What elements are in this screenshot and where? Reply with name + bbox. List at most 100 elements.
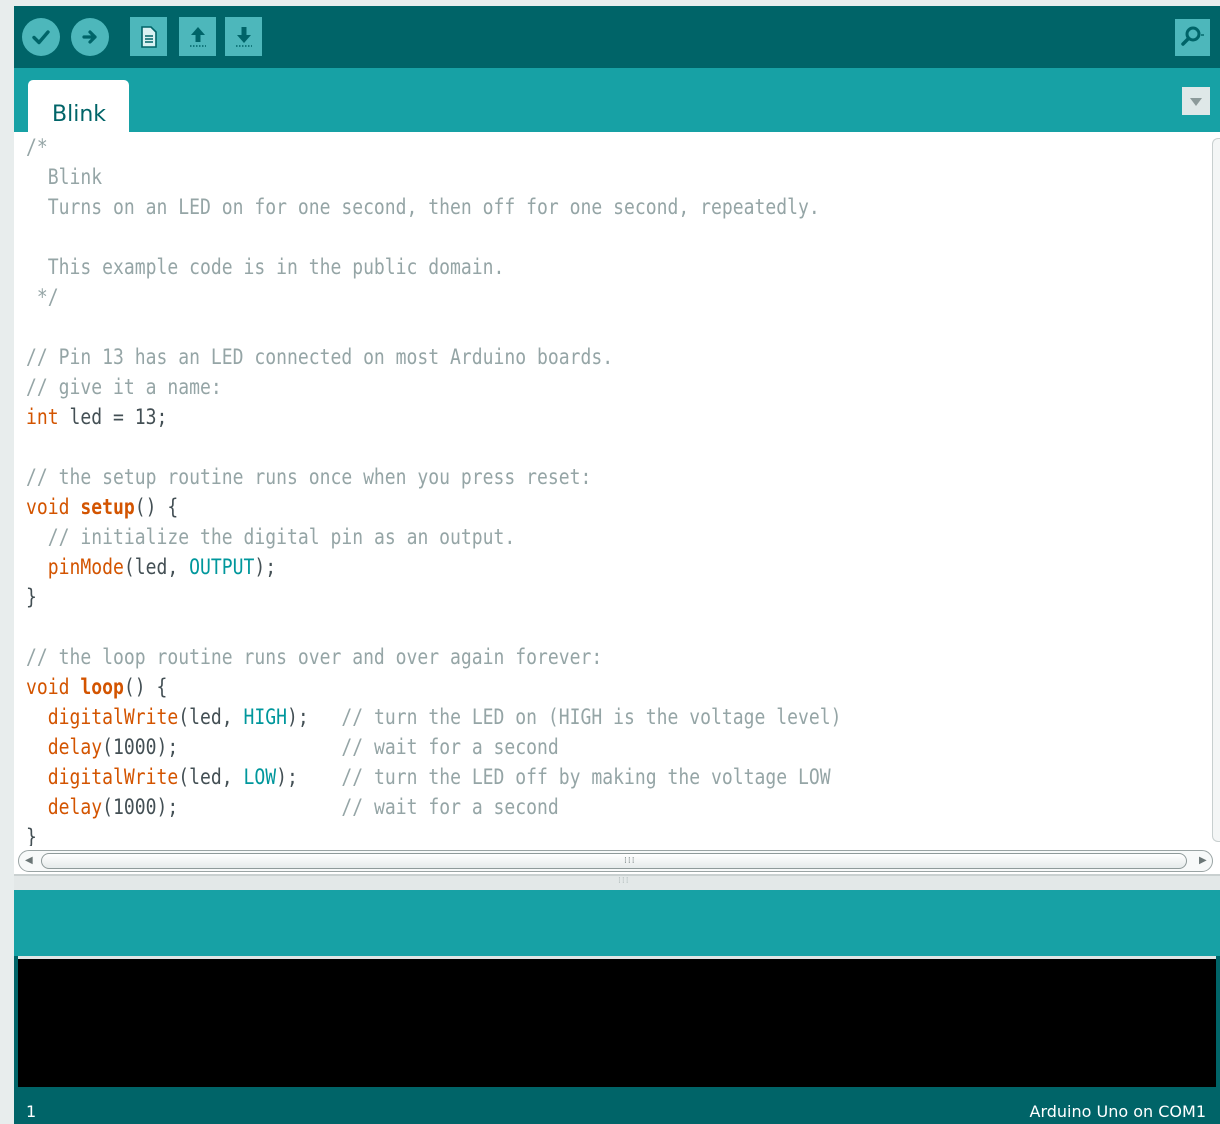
code-token: setup [80,495,135,519]
code-line: // give it a name: [26,372,842,402]
code-token: led = 13; [58,405,168,429]
console-output [18,956,1216,1087]
code-token: void [26,495,70,519]
code-token: delay [47,735,103,759]
code-token: LOW [243,765,277,789]
code-line: int led = 13; [26,402,842,432]
code-line: // the loop routine runs over and over a… [26,642,842,672]
code-token: // initialize the digital pin as an outp… [47,525,516,549]
scroll-right-arrow-icon[interactable]: ▶ [1199,855,1207,866]
code-token: // turn the LED on (HIGH is the voltage … [341,705,842,729]
toolbar [14,6,1220,68]
code-line: // Pin 13 has an LED connected on most A… [26,342,842,372]
message-area [14,890,1220,956]
code-line: } [26,822,842,846]
verify-button[interactable] [22,18,60,56]
save-down-arrow-icon [233,24,255,50]
code-token: () { [123,675,168,699]
code-line: /* [26,132,842,162]
code-line: Blink [26,162,842,192]
code-token: (led, [178,705,244,729]
splitter-grip-icon: ⁞⁞⁞ [618,876,630,886]
tab-label: Blink [52,102,107,127]
code-editor[interactable]: /* Blink Turns on an LED on for one seco… [14,132,1220,846]
tab-strip: Blink [14,68,1220,132]
new-sketch-button[interactable] [130,17,167,56]
save-button[interactable] [225,17,262,56]
code-line: */ [26,282,842,312]
code-line: } [26,582,842,612]
code-line: This example code is in the public domai… [26,252,842,282]
editor-console-splitter[interactable]: ⁞⁞⁞ [14,876,1220,890]
vertical-scrollbar[interactable] [1212,138,1220,842]
code-token: // wait for a second [341,795,559,819]
code-text: /* Blink Turns on an LED on for one seco… [26,132,842,846]
code-token: /* [26,135,48,159]
new-file-icon [140,25,158,48]
code-token: */ [26,285,59,309]
code-token: delay [47,795,103,819]
code-token: ); [254,555,277,579]
code-token: Blink [26,165,103,189]
tab-menu-button[interactable] [1182,87,1210,115]
code-line: // the setup routine runs once when you … [26,462,842,492]
code-line: pinMode(led, OUTPUT); [26,552,842,582]
right-arrow-icon [80,27,100,47]
checkmark-icon [31,27,51,47]
code-token: } [26,585,37,609]
tab-blink[interactable]: Blink [28,80,129,132]
code-token: (led, [123,555,190,579]
open-button[interactable] [179,17,216,56]
code-token: OUTPUT [189,555,255,579]
code-token: ); [276,765,342,789]
code-token: digitalWrite [47,765,179,789]
line-number: 1 [26,1102,37,1121]
code-token: } [26,825,37,846]
scroll-left-arrow-icon[interactable]: ◀ [25,855,33,866]
serial-monitor-button[interactable] [1175,19,1210,56]
code-line: Turns on an LED on for one second, then … [26,192,842,222]
grip-icon: ⁞⁞⁞ [624,856,636,866]
open-up-arrow-icon [187,24,209,50]
code-line: digitalWrite(led, HIGH); // turn the LED… [26,702,842,732]
code-line: delay(1000); // wait for a second [26,732,842,762]
scrollbar-track: ◀ ⁞⁞⁞ ▶ [18,850,1213,872]
code-token: // give it a name: [26,375,222,399]
code-line: void loop() { [26,672,842,702]
upload-button[interactable] [71,18,109,56]
board-port-label: Arduino Uno on COM1 [1029,1102,1207,1121]
code-token: (1000); [102,735,342,759]
code-token: (1000); [102,795,342,819]
code-token: () { [134,495,179,519]
status-bar: 1 Arduino Uno on COM1 [14,1088,1220,1124]
code-token: int [26,405,59,429]
chevron-down-icon [1189,92,1203,111]
code-token: // wait for a second [341,735,559,759]
code-token: Turns on an LED on for one second, then … [26,195,820,219]
code-line: delay(1000); // wait for a second [26,792,842,822]
code-token: loop [80,675,124,699]
code-token: HIGH [243,705,287,729]
code-token: void [26,675,70,699]
magnifier-icon [1180,24,1206,52]
horizontal-scrollbar[interactable]: ◀ ⁞⁞⁞ ▶ [14,846,1220,876]
code-token: // Pin 13 has an LED connected on most A… [26,345,614,369]
code-token: digitalWrite [47,705,179,729]
arduino-ide-window: Blink /* Blink Turns on an LED on for on… [14,6,1220,1124]
code-token: (led, [178,765,244,789]
scrollbar-thumb[interactable]: ⁞⁞⁞ [41,853,1187,869]
code-token: This example code is in the public domai… [26,255,505,279]
code-token: // the loop routine runs over and over a… [26,645,603,669]
code-line: void setup() { [26,492,842,522]
